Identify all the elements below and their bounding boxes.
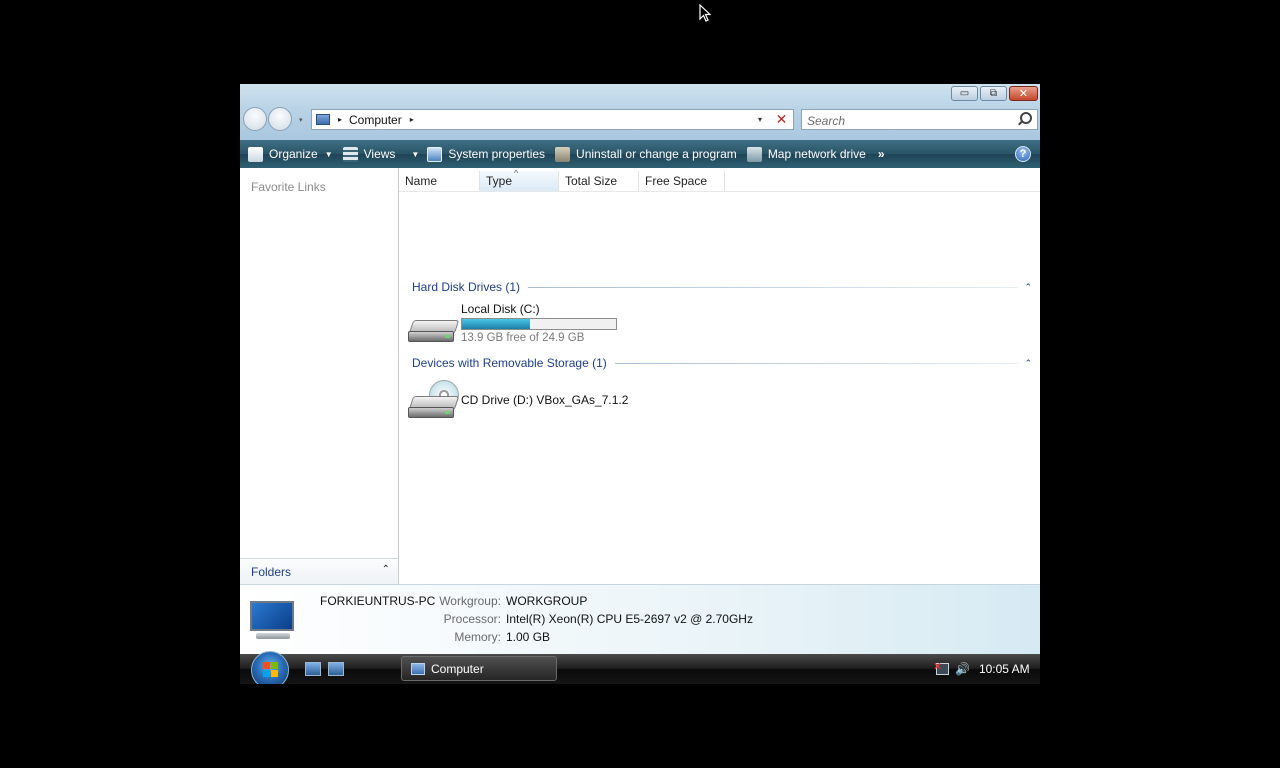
start-button[interactable] (251, 651, 289, 684)
minimize-button[interactable]: ▭ (951, 86, 978, 101)
column-name[interactable]: Name (399, 171, 480, 191)
programs-icon (555, 146, 571, 162)
views-button[interactable]: Views ▼ (339, 140, 424, 168)
organize-label: Organize (269, 147, 318, 161)
explorer-window: ▭ ⧉ ✕ ▾ ▸ Computer ▸ ▾ ✕ Organize ▼ (240, 84, 1040, 684)
monitor-icon (246, 599, 296, 639)
group-title: Hard Disk Drives (1) (412, 280, 521, 294)
taskbar: Computer 🔊 10:05 AM (240, 651, 1040, 684)
navigation-pane: Favorite Links (240, 168, 399, 584)
system-properties-button[interactable]: System properties (423, 140, 549, 168)
caption-buttons: ▭ ⧉ ✕ (951, 86, 1038, 101)
mouse-cursor-icon (699, 4, 711, 22)
memory-label: Memory: (454, 630, 501, 644)
address-dropdown-button[interactable]: ▾ (750, 109, 770, 130)
organize-icon (248, 146, 263, 162)
details-pane: FORKIEUNTRUS-PC Workgroup: WORKGROUP Pro… (240, 584, 1040, 655)
computer-icon (316, 114, 330, 125)
close-icon: ✕ (775, 111, 788, 127)
column-type[interactable]: Type ^ (480, 168, 559, 191)
processor-value: Intel(R) Xeon(R) CPU E5-2697 v2 @ 2.70GH… (506, 612, 753, 626)
taskbar-button-computer[interactable]: Computer (401, 656, 557, 681)
clock[interactable]: 10:05 AM (979, 662, 1030, 676)
volume-icon[interactable]: 🔊 (955, 662, 970, 676)
file-list: Name Type ^ Total Size Free Space Hard Di… (399, 168, 1040, 584)
notification-area: 🔊 10:05 AM (930, 654, 1040, 684)
collapse-group-icon[interactable]: ⌃ (1024, 358, 1032, 369)
network-drive-icon (746, 146, 762, 162)
processor-label: Processor: (443, 612, 501, 626)
column-total-size[interactable]: Total Size (559, 171, 639, 191)
title-bar: ▭ ⧉ ✕ ▾ ▸ Computer ▸ ▾ ✕ (240, 84, 1040, 140)
forward-button[interactable] (268, 107, 292, 131)
hard-disk-icon (408, 320, 460, 346)
chevron-down-icon: ▼ (324, 149, 333, 159)
column-free-space[interactable]: Free Space (639, 171, 725, 191)
address-clear-button[interactable]: ✕ (770, 109, 794, 130)
group-title: Devices with Removable Storage (1) (412, 356, 607, 370)
map-network-drive-button[interactable]: Map network drive (743, 140, 870, 168)
chevron-down-icon: ▼ (411, 149, 420, 159)
workgroup-label: Workgroup: (439, 594, 501, 608)
windows-orb-icon (263, 662, 279, 678)
sort-arrow-icon: ^ (514, 168, 519, 178)
map-drive-label: Map network drive (767, 147, 866, 161)
switch-windows-icon[interactable] (328, 662, 344, 676)
views-label: Views (363, 147, 396, 161)
breadcrumb-separator-icon[interactable]: ▸ (410, 115, 414, 124)
search-box[interactable] (801, 109, 1038, 131)
network-icon[interactable] (934, 659, 949, 675)
workgroup-value: WORKGROUP (506, 594, 588, 608)
favorite-links-heading: Favorite Links (251, 180, 326, 194)
close-icon: ✕ (1018, 88, 1029, 100)
folders-bar[interactable]: Folders ⌃ (240, 558, 398, 585)
disk-usage-fill (462, 319, 530, 329)
search-icon[interactable] (1020, 112, 1032, 124)
drive-free-space: 13.9 GB free of 24.9 GB (461, 332, 585, 344)
group-removable-storage[interactable]: Devices with Removable Storage (1) ⌃ (412, 355, 1032, 371)
organize-button[interactable]: Organize ▼ (244, 140, 337, 168)
restore-icon: ⧉ (989, 88, 998, 99)
drive-name: CD Drive (D:) VBox_GAs_7.1.2 (461, 393, 629, 407)
group-divider (528, 286, 1019, 288)
system-properties-icon (427, 146, 443, 162)
disk-usage-bar (461, 318, 617, 330)
chevron-up-icon[interactable]: ⌃ (382, 564, 390, 575)
address-bar[interactable]: ▸ Computer ▸ (311, 109, 794, 130)
navigation-buttons (243, 107, 293, 131)
show-desktop-icon[interactable] (305, 662, 321, 676)
help-icon[interactable]: ? (1015, 146, 1031, 162)
chevron-down-icon: ▾ (757, 115, 762, 124)
views-icon (342, 146, 358, 162)
uninstall-program-button[interactable]: Uninstall or change a program (551, 140, 741, 168)
minimize-icon: ▭ (959, 88, 970, 99)
uninstall-label: Uninstall or change a program (576, 147, 737, 161)
memory-value: 1.00 GB (506, 630, 551, 644)
computer-name: FORKIEUNTRUS-PC (320, 594, 436, 608)
search-input[interactable] (802, 110, 1009, 131)
collapse-group-icon[interactable]: ⌃ (1024, 282, 1032, 293)
close-button[interactable]: ✕ (1009, 86, 1038, 101)
taskbar-button-label: Computer (431, 661, 484, 676)
drive-name: Local Disk (C:) (461, 302, 540, 316)
folders-label: Folders (251, 565, 292, 579)
system-properties-label: System properties (448, 147, 546, 161)
group-divider (614, 362, 1019, 364)
breadcrumb-computer[interactable]: Computer (349, 113, 402, 127)
cd-drive-icon (408, 380, 460, 422)
breadcrumb-separator-icon[interactable]: ▸ (338, 115, 342, 124)
group-hard-disk-drives[interactable]: Hard Disk Drives (1) ⌃ (412, 279, 1032, 295)
maximize-button[interactable]: ⧉ (980, 86, 1007, 101)
computer-icon (411, 662, 425, 675)
more-commands-button[interactable]: » (878, 147, 885, 161)
back-button[interactable] (243, 107, 267, 131)
command-bar: Organize ▼ Views ▼ System properties Uni… (240, 140, 1040, 168)
recent-pages-dropdown[interactable]: ▾ (299, 116, 303, 124)
column-headers: Name Type ^ Total Size Free Space (399, 168, 1040, 192)
